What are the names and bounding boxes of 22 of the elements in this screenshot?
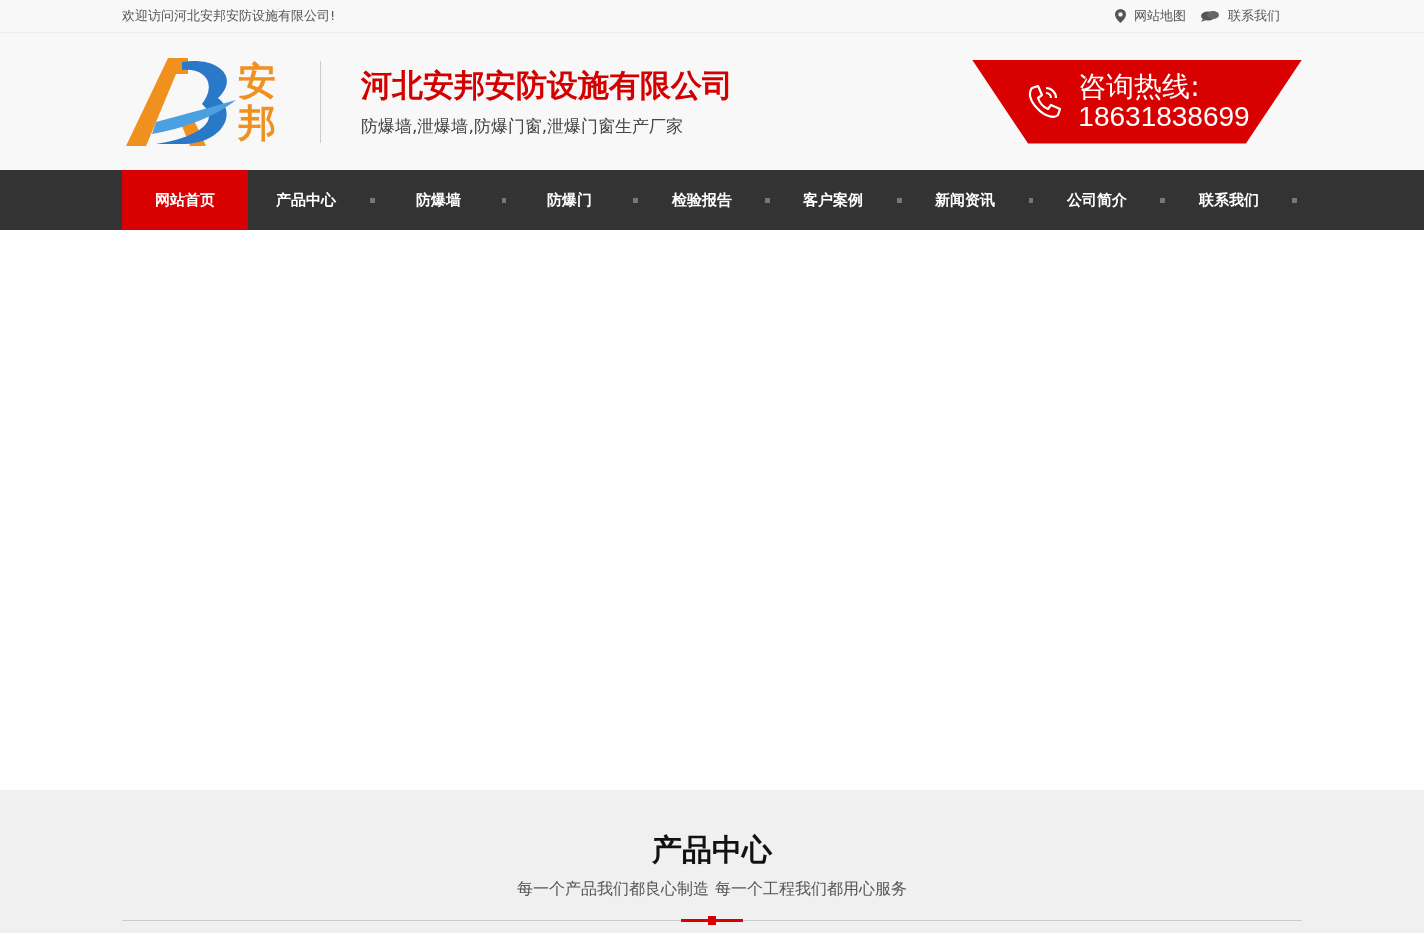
nav-item[interactable]: 防爆门 [511,170,629,230]
hotline-number: 18631838699 [1078,101,1250,131]
nav-item[interactable]: 产品中心 [248,170,365,230]
welcome-text: 欢迎访问河北安邦安防设施有限公司! [122,7,336,25]
nav-item[interactable]: 检验报告 [643,170,761,230]
company-name: 河北安邦安防设施有限公司 [361,66,733,105]
nav-item[interactable]: 联系我们 [1170,170,1288,230]
section-subtitle: 每一个产品我们都良心制造 每一个工程我们都用心服务 [516,879,908,900]
chat-bubbles-icon [1200,9,1220,23]
section-title: 产品中心 [652,831,772,869]
nav-item[interactable]: 网站首页 [122,170,248,230]
nav-item[interactable]: 客户案例 [775,170,892,230]
title-underline [681,919,743,922]
top-link[interactable]: 联系我们 [1228,7,1280,25]
nav-item[interactable]: 防爆墙 [379,170,497,230]
logo-text: 安邦 [238,59,276,144]
top-link[interactable]: 网站地图 [1134,7,1186,25]
nav-item[interactable]: 公司简介 [1038,170,1156,230]
location-pin-icon [1115,9,1126,23]
tagline: 防爆墙,泄爆墙,防爆门窗,泄爆门窗生产厂家 [361,115,685,138]
nav-item[interactable]: 新闻资讯 [906,170,1024,230]
hotline-label: 咨询热线: [1078,72,1201,102]
